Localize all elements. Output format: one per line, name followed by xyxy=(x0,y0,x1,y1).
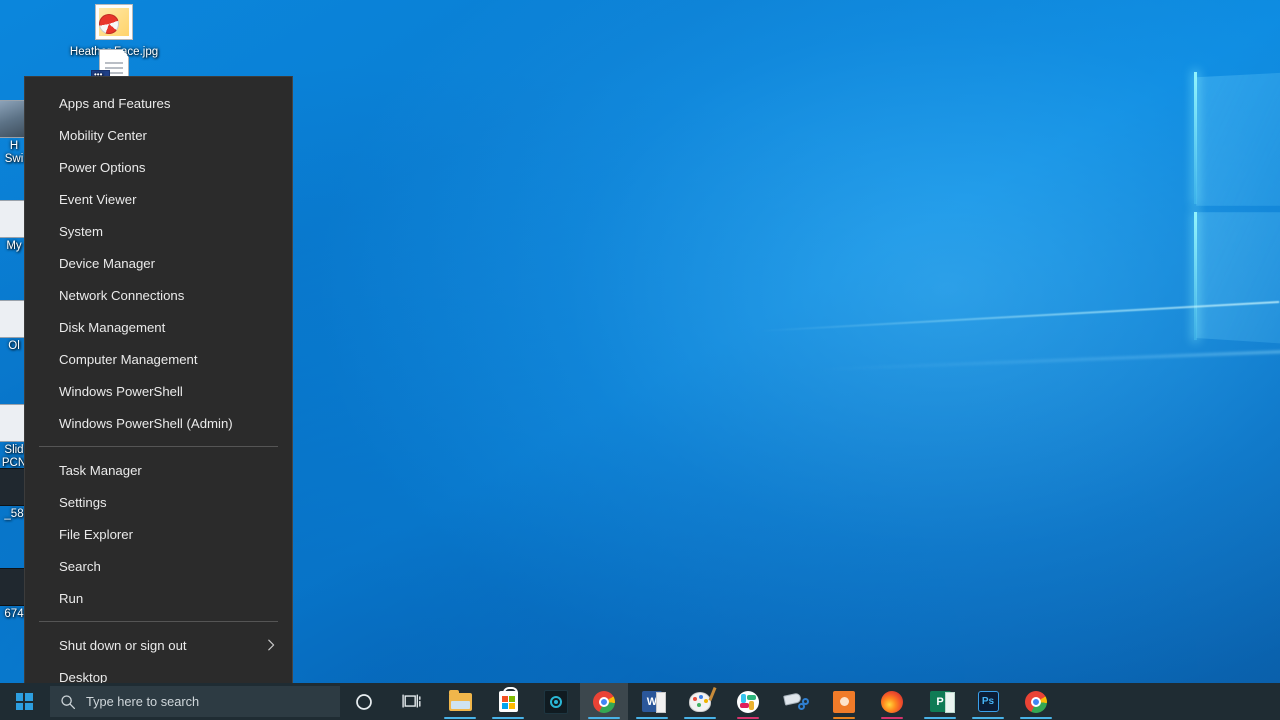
menu-item-apps-and-features[interactable]: Apps and Features xyxy=(25,87,292,119)
menu-item-windows-powershell-admin[interactable]: Windows PowerShell (Admin) xyxy=(25,407,292,439)
taskbar-app-orange-app[interactable] xyxy=(820,683,868,720)
menu-item-label: Mobility Center xyxy=(59,127,147,143)
task-view-button[interactable] xyxy=(388,683,436,720)
menu-item-label: Computer Management xyxy=(59,351,198,367)
publisher-icon: P xyxy=(929,691,955,713)
search-icon xyxy=(61,694,76,709)
taskbar-app-paint[interactable] xyxy=(676,683,724,720)
taskbar-app-slack[interactable] xyxy=(724,683,772,720)
taskbar-app-google-chrome[interactable] xyxy=(580,683,628,720)
cortana-button[interactable] xyxy=(340,683,388,720)
wallpaper-logo-edge-lower xyxy=(1194,212,1197,340)
menu-item-settings[interactable]: Settings xyxy=(25,486,292,518)
menu-item-search[interactable]: Search xyxy=(25,550,292,582)
taskbar: Type here to search W P Ps xyxy=(0,683,1280,720)
menu-item-device-manager[interactable]: Device Manager xyxy=(25,247,292,279)
menu-item-shut-down-or-sign-out[interactable]: Shut down or sign out xyxy=(25,629,292,661)
taskbar-app-dark-app[interactable] xyxy=(532,683,580,720)
folder-icon xyxy=(448,689,472,711)
desktop-icon-label: My xyxy=(6,240,22,252)
taskbar-app-snipping-tool[interactable] xyxy=(772,683,820,720)
menu-item-event-viewer[interactable]: Event Viewer xyxy=(25,183,292,215)
paint-icon xyxy=(689,691,711,712)
desktop-icon-label: H xyxy=(9,140,19,152)
menu-item-windows-powershell[interactable]: Windows PowerShell xyxy=(25,375,292,407)
running-indicator xyxy=(684,717,716,719)
taskbar-app-microsoft-word[interactable]: W xyxy=(628,683,676,720)
running-indicator xyxy=(737,717,759,719)
wallpaper-logo-pane-lower xyxy=(1196,212,1280,352)
taskbar-app-adobe-photoshop[interactable]: Ps xyxy=(964,683,1012,720)
menu-item-power-options[interactable]: Power Options xyxy=(25,151,292,183)
cortana-icon xyxy=(356,693,372,710)
running-indicator xyxy=(833,717,855,719)
menu-item-network-connections[interactable]: Network Connections xyxy=(25,279,292,311)
menu-item-mobility-center[interactable]: Mobility Center xyxy=(25,119,292,151)
running-indicator xyxy=(881,717,903,719)
menu-separator xyxy=(39,446,278,447)
menu-item-label: Disk Management xyxy=(59,319,166,335)
menu-item-computer-management[interactable]: Computer Management xyxy=(25,343,292,375)
desktop-icon-label: Slid xyxy=(4,444,24,456)
desktop-icon-label: 674 xyxy=(4,608,24,620)
wallpaper-logo-pane-upper xyxy=(1196,66,1280,206)
taskbar-app-microsoft-store[interactable] xyxy=(484,683,532,720)
chrome-icon xyxy=(1025,690,1047,713)
menu-item-label: System xyxy=(59,223,103,239)
wallpaper-logo-edge-upper xyxy=(1194,72,1197,204)
search-placeholder-text: Type here to search xyxy=(86,694,200,709)
menu-item-task-manager[interactable]: Task Manager xyxy=(25,454,292,486)
taskbar-app-mozilla-firefox[interactable] xyxy=(868,683,916,720)
image-file-icon xyxy=(91,2,137,44)
slack-icon xyxy=(737,690,759,713)
running-indicator xyxy=(1020,717,1052,719)
menu-item-system[interactable]: System xyxy=(25,215,292,247)
running-indicator xyxy=(492,717,524,719)
desktop-icon-label: _58 xyxy=(4,508,24,520)
snip-icon xyxy=(783,691,809,712)
desktop-screen: Heather Face.jpg Hea... H Swi My Ol Slid… xyxy=(0,0,1280,720)
menu-item-label: Task Manager xyxy=(59,462,142,478)
running-indicator xyxy=(636,717,668,719)
start-button[interactable] xyxy=(0,683,48,720)
wallpaper-light-streak-secondary xyxy=(819,349,1280,371)
desktop-icon-label-line2: Swi xyxy=(4,153,24,165)
store-icon xyxy=(498,687,518,712)
running-indicator xyxy=(444,717,476,719)
menu-separator xyxy=(39,621,278,622)
firefox-icon xyxy=(881,690,903,713)
menu-item-label: Power Options xyxy=(59,159,146,175)
chevron-right-icon xyxy=(268,639,275,651)
running-indicator xyxy=(972,717,1004,719)
orange-icon xyxy=(833,690,855,713)
menu-item-label: Network Connections xyxy=(59,287,185,303)
running-indicator xyxy=(924,717,956,719)
winx-quick-link-menu: Apps and Features Mobility Center Power … xyxy=(24,76,293,690)
desktop-icon-label: Ol xyxy=(8,340,20,352)
menu-item-label: Settings xyxy=(59,494,107,510)
menu-item-label: File Explorer xyxy=(59,526,134,542)
word-icon: W xyxy=(642,691,666,713)
taskbar-app-file-explorer[interactable] xyxy=(436,683,484,720)
chrome-icon xyxy=(593,690,615,713)
taskbar-app-microsoft-publisher[interactable]: P xyxy=(916,683,964,720)
task-view-icon xyxy=(402,694,421,708)
menu-item-disk-management[interactable]: Disk Management xyxy=(25,311,292,343)
search-input[interactable]: Type here to search xyxy=(50,686,340,717)
app-dark-icon xyxy=(544,689,568,714)
running-indicator xyxy=(588,717,620,719)
menu-item-label: Apps and Features xyxy=(59,95,171,111)
menu-item-run[interactable]: Run xyxy=(25,582,292,614)
windows-logo-icon xyxy=(15,693,33,710)
taskbar-app-google-chrome-2[interactable] xyxy=(1012,683,1060,720)
menu-item-label: Device Manager xyxy=(59,255,156,271)
photoshop-icon: Ps xyxy=(977,691,999,712)
menu-item-label: Run xyxy=(59,590,84,606)
menu-item-label: Windows PowerShell (Admin) xyxy=(59,415,233,431)
menu-item-file-explorer[interactable]: File Explorer xyxy=(25,518,292,550)
menu-item-label: Search xyxy=(59,558,101,574)
menu-item-label: Windows PowerShell xyxy=(59,383,183,399)
menu-item-label: Shut down or sign out xyxy=(59,637,187,653)
menu-item-label: Event Viewer xyxy=(59,191,137,207)
